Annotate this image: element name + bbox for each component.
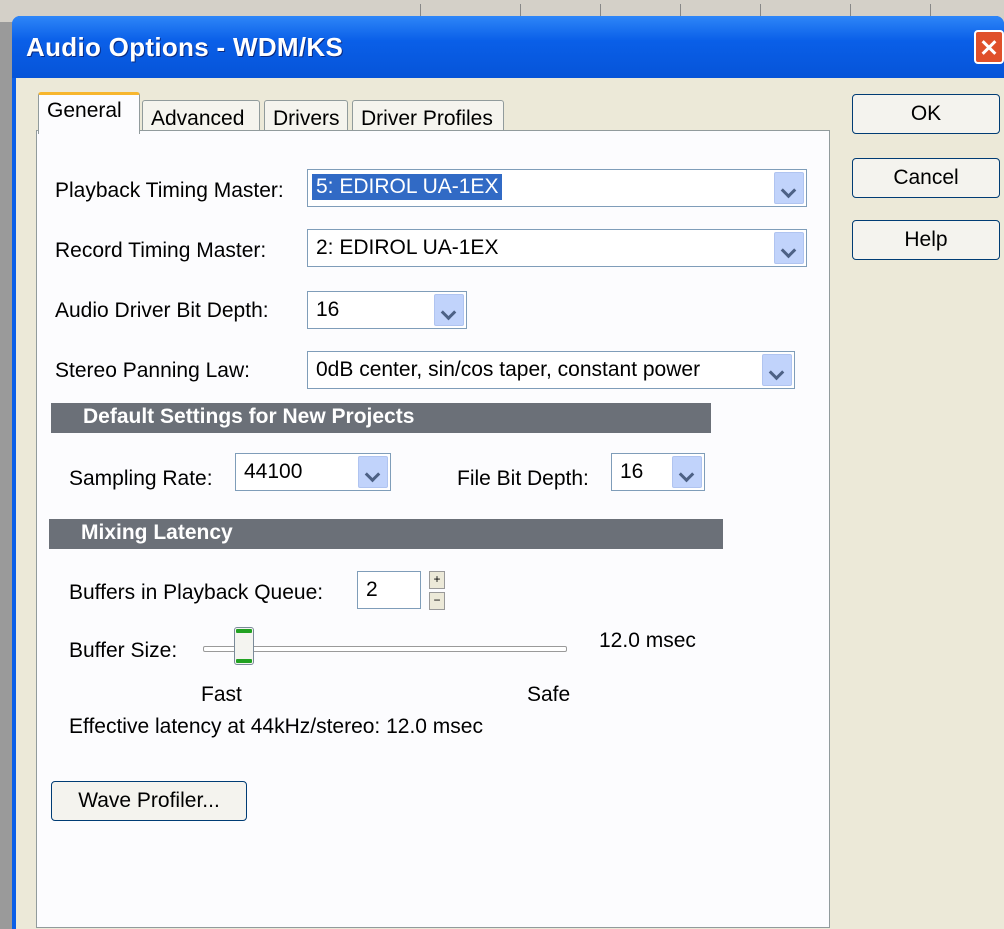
sampling-rate-select[interactable]: 44100	[235, 453, 391, 491]
sampling-rate-value: 44100	[244, 460, 303, 483]
audio-driver-bit-depth-label: Audio Driver Bit Depth:	[55, 299, 269, 322]
general-tab-panel: Playback Timing Master: 5: EDIROL UA-1EX…	[36, 130, 830, 928]
effective-latency-text: Effective latency at 44kHz/stereo: 12.0 …	[69, 715, 483, 738]
buffer-size-value: 12.0 msec	[599, 629, 696, 652]
dialog-client: General Advanced Drivers Driver Profiles…	[16, 78, 1004, 929]
mixing-latency-heading: Mixing Latency	[49, 519, 723, 549]
chevron-down-icon[interactable]	[774, 172, 804, 204]
chevron-down-icon[interactable]	[774, 232, 804, 264]
tab-advanced[interactable]: Advanced	[142, 100, 260, 134]
chevron-down-icon[interactable]	[434, 294, 464, 326]
chevron-down-icon[interactable]	[672, 456, 702, 488]
stereo-panning-law-label: Stereo Panning Law:	[55, 359, 250, 382]
buffers-in-playback-queue-value: 2	[366, 578, 378, 601]
chevron-down-icon[interactable]	[358, 456, 388, 488]
playback-timing-master-label: Playback Timing Master:	[55, 179, 284, 202]
title-bar[interactable]: Audio Options - WDM/KS	[12, 16, 1004, 78]
buffer-size-track[interactable]	[203, 646, 567, 652]
audio-options-dialog: Audio Options - WDM/KS General Advanced …	[12, 16, 1004, 929]
record-timing-master-label: Record Timing Master:	[55, 239, 267, 262]
audio-driver-bit-depth-value: 16	[316, 298, 340, 321]
default-settings-heading: Default Settings for New Projects	[51, 403, 711, 433]
ok-button[interactable]: OK	[852, 94, 1000, 134]
buffer-size-slider-thumb[interactable]	[233, 627, 254, 665]
tab-drivers[interactable]: Drivers	[264, 100, 348, 134]
background-app-left	[0, 22, 12, 929]
close-icon[interactable]	[974, 30, 1004, 64]
file-bit-depth-label: File Bit Depth:	[457, 467, 589, 490]
playback-timing-master-value: 5: EDIROL UA-1EX	[312, 174, 503, 200]
help-button[interactable]: Help	[852, 220, 1000, 260]
stereo-panning-law-select[interactable]: 0dB center, sin/cos taper, constant powe…	[307, 351, 795, 389]
spin-up-icon[interactable]: +	[429, 571, 445, 589]
buffer-size-label: Buffer Size:	[69, 639, 178, 662]
audio-driver-bit-depth-select[interactable]: 16	[307, 291, 467, 329]
slider-safe-label: Safe	[527, 683, 571, 706]
tab-general[interactable]: General	[38, 92, 140, 134]
record-timing-master-value: 2: EDIROL UA-1EX	[316, 236, 499, 259]
tab-driver-profiles[interactable]: Driver Profiles	[352, 100, 504, 134]
spin-down-icon[interactable]: −	[429, 592, 445, 610]
buffers-in-playback-queue-label: Buffers in Playback Queue:	[69, 581, 324, 604]
buffers-in-playback-queue-input[interactable]: 2	[357, 571, 421, 609]
file-bit-depth-value: 16	[620, 460, 644, 483]
cancel-button[interactable]: Cancel	[852, 158, 1000, 198]
stereo-panning-law-value: 0dB center, sin/cos taper, constant powe…	[316, 358, 701, 381]
chevron-down-icon[interactable]	[762, 354, 792, 386]
playback-timing-master-select[interactable]: 5: EDIROL UA-1EX	[307, 169, 807, 207]
wave-profiler-button[interactable]: Wave Profiler...	[51, 781, 247, 821]
sampling-rate-label: Sampling Rate:	[69, 467, 213, 490]
slider-fast-label: Fast	[201, 683, 242, 706]
window-title: Audio Options - WDM/KS	[26, 32, 344, 62]
buffers-spinner[interactable]: + −	[429, 571, 445, 611]
record-timing-master-select[interactable]: 2: EDIROL UA-1EX	[307, 229, 807, 267]
file-bit-depth-select[interactable]: 16	[611, 453, 705, 491]
